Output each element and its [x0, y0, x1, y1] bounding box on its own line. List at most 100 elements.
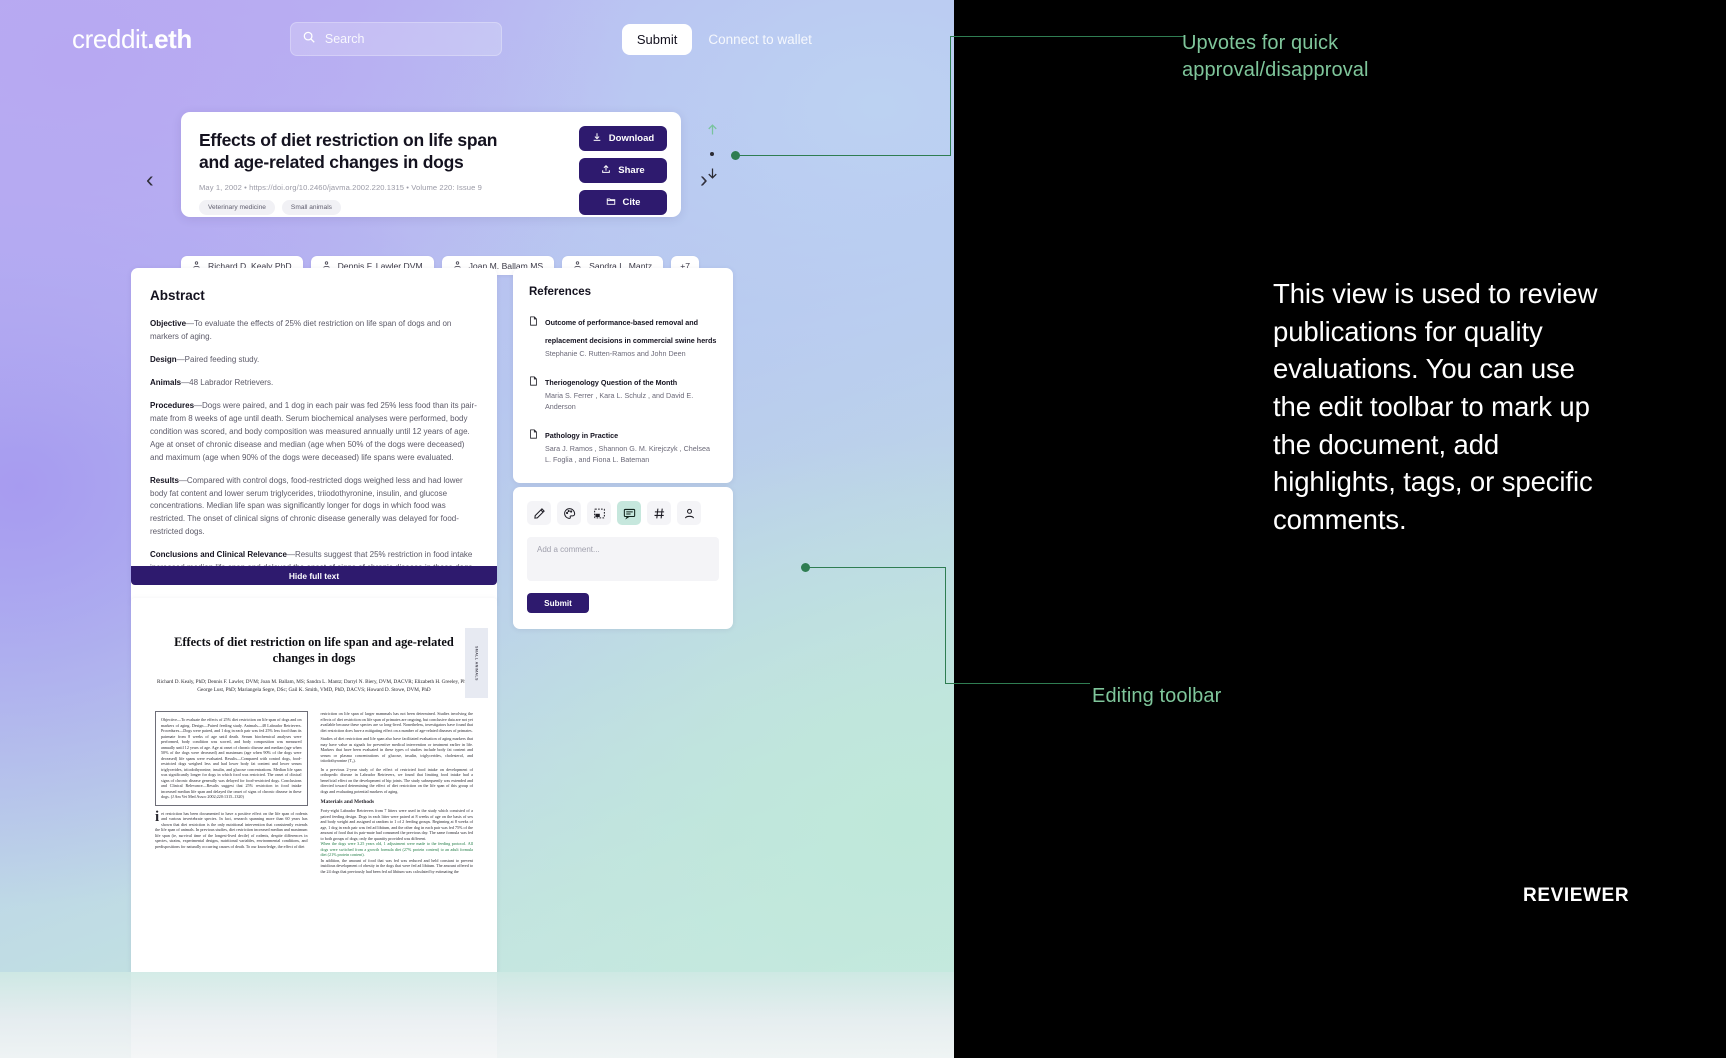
- abstract-heading: Abstract: [150, 288, 205, 303]
- pdf-side-tab: SMALL ANIMALS: [465, 628, 488, 698]
- pdf-preview[interactable]: SMALL ANIMALS Effects of diet restrictio…: [131, 598, 497, 1058]
- search-placeholder-text: Search: [324, 32, 365, 46]
- abstract-section-label: Objective: [150, 319, 187, 328]
- abstract-section: Procedures—Dogs were paired, and 1 dog i…: [150, 400, 478, 465]
- reference-item[interactable]: Outcome of performance-based removal and…: [529, 312, 717, 359]
- palette-icon[interactable]: [557, 501, 581, 525]
- abstract-section-text: —To evaluate the effects of 25% diet res…: [150, 319, 452, 341]
- paper-actions: Download Share Cite: [579, 126, 667, 215]
- abstract-section: Animals—48 Labrador Retrievers.: [150, 377, 478, 390]
- annotation-description: This view is used to review publications…: [1273, 278, 1598, 536]
- person-tag-icon[interactable]: [677, 501, 701, 525]
- pdf-abstract-box: Objective—To evaluate the effects of 25%…: [155, 711, 308, 806]
- abstract-section-text: —Dogs were paired, and 1 dog in each pai…: [150, 400, 477, 462]
- share-button[interactable]: Share: [579, 158, 667, 183]
- upvote-leader-dot: [731, 151, 740, 160]
- page-title: Effects of diet restriction on life span…: [199, 130, 498, 173]
- abstract-section-label: Procedures: [150, 400, 195, 410]
- references-card: References Outcome of performance-based …: [513, 268, 733, 484]
- abstract-section-label: Results: [150, 475, 179, 485]
- toolbar-leader-dot: [801, 563, 810, 572]
- search-icon: [302, 30, 316, 49]
- pdf-methods-tail: In addition, the amount of food that was…: [320, 857, 474, 874]
- download-button[interactable]: Download: [579, 126, 667, 151]
- reference-title: Theriogenology Question of the Month: [545, 378, 678, 388]
- role-label: REVIEWER: [1523, 885, 1630, 906]
- annotation-editing-toolbar: Editing toolbar: [1092, 685, 1222, 707]
- header-submit-button[interactable]: Submit: [621, 23, 693, 55]
- upvote-button[interactable]: [705, 122, 720, 142]
- downvote-button[interactable]: [705, 166, 720, 186]
- pdf-columns: Objective—To evaluate the effects of 25%…: [155, 711, 473, 874]
- comment-icon[interactable]: [617, 501, 641, 525]
- abstract-section-label: Conclusions and Clinical Relevance: [150, 550, 287, 560]
- pencil-icon[interactable]: [527, 501, 551, 525]
- reference-item[interactable]: Theriogenology Question of the Month Mar…: [529, 372, 717, 412]
- paper-tag[interactable]: Small animals: [281, 199, 341, 215]
- toolbar-leader-line: [805, 567, 945, 568]
- pdf-body-right-mid: Studies of diet restriction and life spa…: [320, 736, 474, 764]
- search-input[interactable]: Search: [289, 22, 502, 56]
- paper-tag[interactable]: Veterinary medicine: [199, 199, 275, 215]
- abstract-card: Abstract Objective—To evaluate the effec…: [131, 268, 497, 603]
- abstract-section-label: Animals: [150, 377, 182, 387]
- pdf-authors: Richard D. Kealy, PhD; Dennis F. Lawler,…: [156, 679, 472, 694]
- pdf-methods-text: Forty-eight Labrador Retrievers from 7 l…: [320, 808, 474, 841]
- cite-label: Cite: [622, 197, 641, 208]
- brand-name-suffix: .eth: [147, 23, 192, 54]
- document-icon: [529, 426, 538, 465]
- pdf-body-right-end: In a previous 2-year study of the effect…: [320, 766, 474, 794]
- toolbar-leader-elbow: [945, 567, 946, 684]
- prev-paper-arrow[interactable]: ‹: [146, 168, 154, 191]
- download-label: Download: [608, 133, 655, 144]
- document-icon: [529, 313, 538, 359]
- pdf-title: Effects of diet restriction on life span…: [174, 635, 454, 666]
- pdf-body-right-top: restriction on life span of larger mamma…: [320, 711, 474, 733]
- editor-card: Add a comment... Submit: [513, 487, 733, 629]
- crop-select-icon[interactable]: [587, 501, 611, 525]
- pdf-methods-highlighted: When the dogs were 3.25 years old, 1 adj…: [320, 841, 474, 858]
- screenshot-root: creddit.eth Search Submit Connect to wal…: [0, 0, 1726, 1058]
- app-pane: creddit.eth Search Submit Connect to wal…: [0, 0, 954, 1058]
- connect-wallet-button[interactable]: Connect to wallet: [708, 32, 812, 47]
- pdf-column-right: restriction on life span of larger mamma…: [321, 711, 474, 874]
- cite-button[interactable]: Cite: [579, 190, 667, 215]
- paper-hero-card: Effects of diet restriction on life span…: [181, 112, 681, 217]
- vote-separator-dot: [710, 152, 714, 156]
- editing-toolbar: [527, 501, 719, 525]
- reference-authors: Sara J. Ramos , Shannon G. M. Kirejczyk …: [545, 444, 710, 464]
- share-icon: [601, 164, 611, 177]
- upvote-leader-elbow: [950, 36, 951, 156]
- upvote-leader-line: [735, 155, 950, 156]
- abstract-section: Objective—To evaluate the effects of 25%…: [150, 318, 478, 344]
- abstract-section-label: Design: [150, 354, 177, 364]
- reference-authors: Maria S. Ferrer , Kara L. Schulz , and D…: [545, 391, 694, 411]
- share-label: Share: [618, 165, 645, 176]
- pdf-column-left: Objective—To evaluate the effects of 25%…: [155, 711, 308, 874]
- toolbar-leader-line-right: [945, 683, 1090, 684]
- hide-full-text-button[interactable]: Hide full text: [131, 566, 497, 585]
- abstract-section-text: —Compared with control dogs, food-restri…: [150, 475, 463, 537]
- pdf-body-left: iet restriction has been documented to h…: [155, 808, 308, 849]
- references-heading: References: [529, 286, 592, 298]
- abstract-section-text: —Paired feeding study.: [176, 354, 260, 364]
- pdf-section-heading: Materials and Methods: [320, 799, 375, 806]
- comment-submit-button[interactable]: Submit: [527, 593, 589, 613]
- comment-input[interactable]: Add a comment...: [527, 537, 719, 581]
- document-icon: [529, 373, 538, 412]
- abstract-section-text: —48 Labrador Retrievers.: [181, 377, 274, 387]
- vote-controls: [700, 122, 724, 186]
- annotation-upvotes: Upvotes for quick approval/disapproval: [1182, 32, 1369, 81]
- brand-logo[interactable]: creddit.eth: [72, 24, 192, 55]
- reference-title: Pathology in Practice: [545, 431, 619, 441]
- download-icon: [592, 132, 602, 145]
- hash-tag-icon[interactable]: [647, 501, 671, 525]
- abstract-section: Design—Paired feeding study.: [150, 354, 478, 367]
- brand-name-primary: creddit: [72, 23, 148, 54]
- app-header: creddit.eth Search Submit Connect to wal…: [0, 0, 954, 78]
- upvote-leader-line-right: [950, 36, 1185, 37]
- cite-icon: [606, 196, 616, 209]
- reference-item[interactable]: Pathology in Practice Sara J. Ramos , Sh…: [529, 425, 717, 465]
- reference-title: Outcome of performance-based removal and…: [545, 318, 717, 345]
- abstract-section: Results—Compared with control dogs, food…: [150, 475, 478, 540]
